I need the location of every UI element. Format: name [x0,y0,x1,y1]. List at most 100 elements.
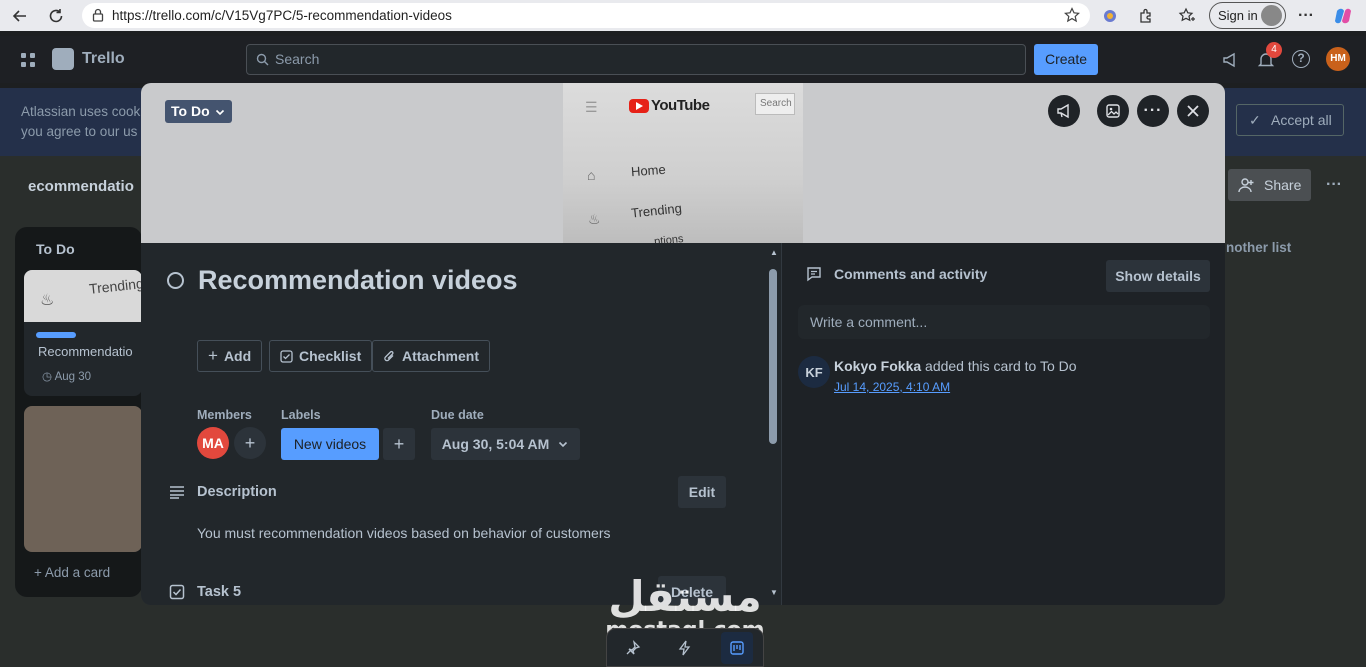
add-label-button[interactable]: + [383,428,415,460]
inbox-dock-button[interactable] [617,632,649,664]
card-cover-image: Trending ♨ [24,270,142,322]
card-preview-date: ◷ Aug 30 [42,369,142,383]
browser-toolbar: https://trello.com/c/V15Vg7PC/5-recommen… [0,0,1366,31]
megaphone-icon[interactable] [1221,51,1239,74]
description-header: Description [169,484,277,500]
image-icon [1106,104,1120,118]
create-button[interactable]: Create [1034,44,1098,75]
copilot-icon[interactable] [1330,3,1356,29]
pin-icon [626,639,641,654]
checklist-icon [169,584,185,600]
favorites-icon[interactable] [1174,3,1200,29]
address-bar[interactable]: https://trello.com/c/V15Vg7PC/5-recommen… [82,3,1090,28]
add-another-list[interactable]: nother list [1226,240,1291,255]
board-title[interactable]: ecommendatio [28,178,134,195]
show-details-button[interactable]: Show details [1106,260,1210,292]
add-member-button[interactable]: + [234,427,266,459]
label-chip[interactable]: New videos [281,428,379,460]
attachment-label: Attachment [402,348,480,364]
activity-description: added this card to To Do [921,358,1077,374]
comment-input[interactable]: Write a comment... [798,305,1210,339]
card-main-column: Recommendation videos + Add Checklist At… [141,243,781,605]
user-avatar[interactable]: HM [1326,47,1350,71]
cookie-text-line1: Atlassian uses cook [21,104,141,119]
member-avatar[interactable]: MA [197,427,229,459]
add-label: Add [223,348,252,364]
hamburger-icon: ☰ [585,99,598,115]
notification-count-badge: 4 [1266,42,1282,58]
check-icon: ✓ [1249,112,1261,128]
accept-all-label: Accept all [1271,112,1332,128]
add-button[interactable]: + Add [197,340,263,372]
board-bottom-dock [606,628,764,667]
card-title-row: Recommendation videos [167,265,518,296]
extension-icon[interactable] [1097,3,1123,29]
card-title[interactable]: Recommendation videos [198,265,518,296]
list-selector-button[interactable]: To Do [165,100,232,123]
accept-all-button[interactable]: ✓ Accept all [1236,104,1344,136]
home-icon: ⌂ [587,167,596,183]
card-cover: ☰ YouTube Search ⌂ Home ♨ Trending ...pt… [141,83,1225,243]
description-text[interactable]: You must recommendation videos based on … [197,525,611,541]
activity-entry: Kokyo Fokka added this card to To Do [834,358,1077,374]
trending-flame-icon: ♨ [588,211,601,227]
bookmark-star-icon[interactable] [1064,7,1080,26]
scroll-up-icon[interactable]: ▲ [770,248,778,257]
sign-in-label: Sign in [1218,8,1258,23]
clock-icon: ◷ [42,371,55,383]
add-card-button[interactable]: + Add a card [34,565,110,580]
share-button[interactable]: Share [1228,169,1311,201]
back-icon[interactable] [4,0,36,31]
board-dock-button[interactable] [721,631,753,664]
activity-avatar[interactable]: KF [798,356,830,388]
card-preview-book[interactable] [24,406,142,552]
comments-heading: Comments and activity [834,266,988,282]
share-label: Share [1264,177,1302,193]
due-date-button[interactable]: Aug 30, 5:04 AM [431,428,580,460]
comment-icon [807,267,821,282]
checklist-heading[interactable]: Task 5 [197,584,241,600]
cover-image: ☰ YouTube Search ⌂ Home ♨ Trending ...pt… [563,83,803,243]
chevron-down-icon [559,441,568,448]
reload-icon[interactable] [40,0,72,31]
list-selector-label: To Do [171,103,210,119]
app-switcher-icon[interactable] [20,52,36,73]
board-menu-icon[interactable]: ··· [1326,176,1342,194]
members-label: Members [197,408,252,422]
comments-column: Comments and activity Show details Write… [782,243,1225,605]
brand-name: Trello [82,50,125,67]
more-dots-icon: ··· [1143,102,1163,119]
labels-label: Labels [281,408,321,422]
card-preview[interactable]: Trending ♨ Recommendatio ◷ Aug 30 [24,270,142,396]
trello-logo[interactable]: Trello [52,48,125,70]
yt-menu-trending: Trending [630,200,683,221]
search-icon [256,53,269,66]
card-label-bar [36,332,76,338]
yt-menu-home: Home [630,161,667,180]
search-input[interactable]: Search [246,44,1026,75]
list-title[interactable]: To Do [36,241,75,257]
cover-button[interactable] [1097,95,1129,127]
attachment-button[interactable]: Attachment [372,340,491,372]
board-icon [730,640,744,655]
checklist-header: Task 5 [169,584,241,600]
scroll-down-icon[interactable]: ▼ [770,588,778,597]
more-menu-icon[interactable]: ··· [1293,3,1319,29]
watch-button[interactable] [1048,95,1080,127]
scrollbar-thumb[interactable] [769,269,777,444]
more-actions-button[interactable]: ··· [1137,95,1169,127]
help-icon[interactable]: ? [1292,50,1310,68]
activity-timestamp[interactable]: Jul 14, 2025, 4:10 AM [834,380,950,394]
checklist-button[interactable]: Checklist [269,340,373,372]
extensions-puzzle-icon[interactable] [1134,3,1160,29]
close-button[interactable] [1177,95,1209,127]
lightning-icon [678,640,691,655]
edit-description-button[interactable]: Edit [678,476,726,508]
activity-user[interactable]: Kokyo Fokka [834,358,921,374]
complete-toggle[interactable] [167,272,184,289]
plus-icon: + [244,432,256,453]
close-icon [1187,105,1199,117]
sign-in-button[interactable]: Sign in [1209,2,1286,29]
youtube-play-icon [629,98,649,113]
automation-dock-button[interactable] [669,632,701,664]
